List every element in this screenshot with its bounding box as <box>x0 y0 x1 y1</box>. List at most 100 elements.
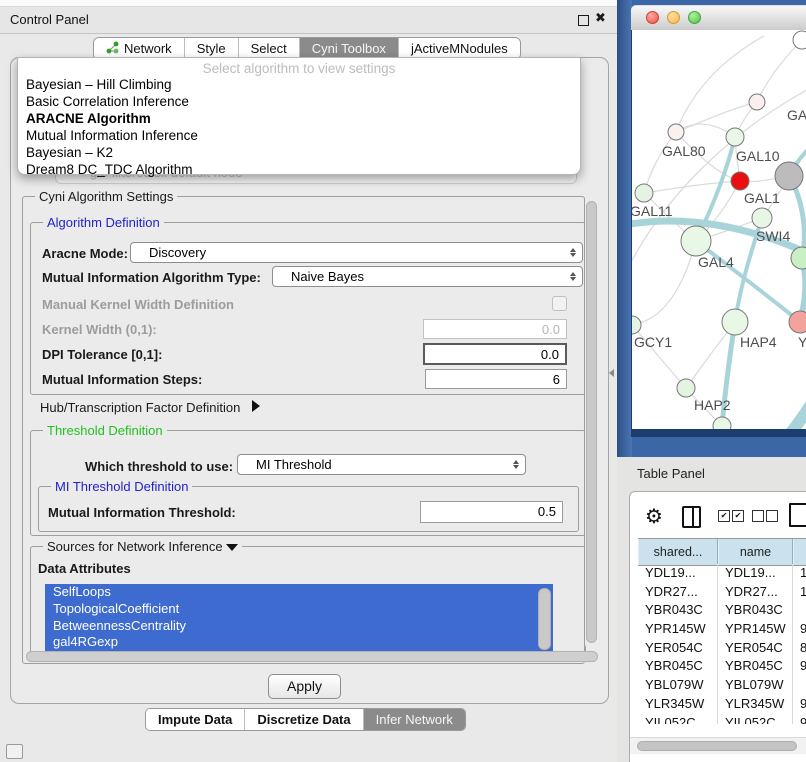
table-row[interactable]: YLR345WYLR345W9. <box>638 695 806 714</box>
network-edge <box>757 40 802 102</box>
network-edge <box>644 181 740 193</box>
kernel-width-field[interactable]: 0.0 <box>423 319 567 339</box>
tab-network[interactable]: Network <box>94 38 185 59</box>
table-row[interactable]: YDR27...YDR27...12 <box>638 583 806 602</box>
checked-checkbox-icon[interactable]: ✔ <box>718 510 730 522</box>
column-header[interactable] <box>793 539 806 565</box>
page-icon[interactable] <box>789 503 806 527</box>
network-node-salmon-right[interactable] <box>789 311 806 333</box>
table-cell <box>793 676 806 695</box>
network-node-swi4[interactable] <box>752 208 772 228</box>
tab-cyni-toolbox[interactable]: Cyni Toolbox <box>300 38 399 59</box>
application-window: Control Panel ✖ Network Style Select Cyn… <box>0 0 806 762</box>
attribute-list-item[interactable]: BetweennessCentrality <box>45 618 553 635</box>
column-header[interactable]: name <box>718 539 793 565</box>
algorithm-option[interactable]: Bayesian – K2 <box>18 144 580 161</box>
algorithm-option[interactable]: Basic Correlation Inference <box>18 93 580 110</box>
network-node-gal80[interactable] <box>668 124 684 140</box>
zoom-traffic-light-icon[interactable] <box>688 11 701 24</box>
node-label: Y <box>798 334 806 350</box>
gear-icon[interactable]: ⚙ <box>645 504 663 529</box>
panel-divider-collapse-icon[interactable] <box>609 369 614 377</box>
table-panel-title: Table Panel <box>637 466 705 481</box>
tab-impute-data[interactable]: Impute Data <box>146 709 245 730</box>
table-row[interactable]: YIL052CYIL052C9 <box>638 714 806 725</box>
mi-threshold-field[interactable]: 0.5 <box>420 501 563 523</box>
node-label: GCY1 <box>634 334 672 350</box>
which-threshold-combo[interactable]: MI Threshold <box>237 454 526 475</box>
table-row[interactable]: YDL19...YDL19...13 <box>638 564 806 583</box>
network-window-titlebar[interactable] <box>631 5 806 31</box>
unchecked-checkbox-icon[interactable] <box>752 510 764 522</box>
close-icon[interactable]: ✖ <box>595 10 606 26</box>
network-node-gal1[interactable] <box>731 172 749 190</box>
algorithm-option[interactable]: ARACNE Algorithm <box>18 110 580 127</box>
table-cell: YIL052C <box>718 714 793 725</box>
apply-button[interactable]: Apply <box>268 674 341 699</box>
columns-icon[interactable] <box>682 506 701 528</box>
table-row[interactable]: YBR045CYBR045C9. <box>638 657 806 676</box>
table-cell: 9. <box>793 620 806 639</box>
aracne-mode-combo[interactable]: Discovery <box>130 242 583 263</box>
table-row[interactable]: YBL079WYBL079W <box>638 676 806 695</box>
tab-select[interactable]: Select <box>239 38 300 59</box>
network-node-hap2[interactable] <box>677 379 695 397</box>
network-node-gal11[interactable] <box>635 184 653 202</box>
checked-checkbox-icon[interactable]: ✔ <box>732 510 744 522</box>
attribute-list-item[interactable]: TopologicalCoefficient <box>45 601 553 618</box>
node-label: GAL1 <box>744 190 780 206</box>
network-view-frame-edge <box>617 0 632 457</box>
attribute-list-scrollbar[interactable] <box>538 588 551 650</box>
table-row[interactable]: YPR145WYPR145W9. <box>638 620 806 639</box>
network-icon <box>106 41 119 57</box>
network-node-gal10[interactable] <box>726 128 744 146</box>
table-cell: YBR045C <box>638 657 718 676</box>
network-node-gray-hub[interactable] <box>775 162 803 190</box>
bottom-tabbar: Impute Data Discretize Data Infer Networ… <box>145 708 466 731</box>
table-cell: YLR345W <box>638 695 718 714</box>
network-node-top-white[interactable] <box>793 31 806 49</box>
tab-style[interactable]: Style <box>185 38 239 59</box>
network-node-gcy1[interactable] <box>632 316 641 334</box>
manual-kernel-checkbox[interactable] <box>552 296 567 311</box>
table-cell: 13 <box>793 564 806 583</box>
settings-vertical-scrollbar[interactable] <box>585 198 598 650</box>
table-body: YDL19...YDL19...13YDR27...YDR27...12YBR0… <box>638 564 806 724</box>
mi-threshold-definition-title: MI Threshold Definition <box>51 479 192 494</box>
table-row[interactable]: YER054CYER054C8. <box>638 639 806 658</box>
table-cell: YBR043C <box>638 601 718 620</box>
algorithm-option[interactable]: Bayesian – Hill Climbing <box>18 76 580 93</box>
algorithm-option[interactable]: Mutual Information Inference <box>18 127 580 144</box>
table-horizontal-scrollbar[interactable] <box>630 737 806 754</box>
control-panel-titlebar <box>0 7 617 34</box>
tab-jactivemnodules[interactable]: jActiveMNodules <box>399 38 520 59</box>
network-node-pink-top[interactable] <box>749 94 765 110</box>
settings-horizontal-scrollbar[interactable] <box>26 651 598 662</box>
attribute-list-item[interactable]: gal4RGexp <box>45 634 553 651</box>
network-node-gal4[interactable] <box>681 226 711 256</box>
dpi-tolerance-field[interactable]: 0.0 <box>423 343 567 365</box>
table-cell: 9. <box>793 657 806 676</box>
hub-definition-toggle[interactable]: Hub/Transcription Factor Definition <box>40 400 260 415</box>
node-label: GAL80 <box>662 143 706 159</box>
table-row[interactable]: YBR043CYBR043C <box>638 601 806 620</box>
column-header[interactable]: shared... <box>638 539 718 565</box>
network-canvas[interactable]: GALGAL80GAL10GAL1GAL11SWI4GAL4GCY1HAP4YH… <box>631 30 806 429</box>
mi-type-combo[interactable]: Naive Bayes <box>272 266 583 287</box>
unchecked-checkbox-icon[interactable] <box>766 510 778 522</box>
table-cell: YBL079W <box>718 676 793 695</box>
attribute-list-item[interactable]: SelfLoops <box>45 584 553 601</box>
algorithm-option[interactable]: Dream8 DC_TDC Algorithm <box>18 161 580 178</box>
mi-steps-field[interactable]: 6 <box>425 369 567 389</box>
expanded-arrow-icon <box>226 544 238 551</box>
network-node-bottom-green[interactable] <box>713 417 731 429</box>
algorithm-definition-title: Algorithm Definition <box>43 215 164 230</box>
float-window-icon[interactable] <box>578 15 589 26</box>
minimized-panel-icon[interactable] <box>6 744 23 759</box>
sources-title[interactable]: Sources for Network Inference <box>43 539 242 554</box>
tab-discretize-data[interactable]: Discretize Data <box>245 709 363 730</box>
close-traffic-light-icon[interactable] <box>646 11 659 24</box>
network-node-hap4[interactable] <box>722 309 748 335</box>
minimize-traffic-light-icon[interactable] <box>667 11 680 24</box>
tab-infer-network[interactable]: Infer Network <box>364 709 465 730</box>
